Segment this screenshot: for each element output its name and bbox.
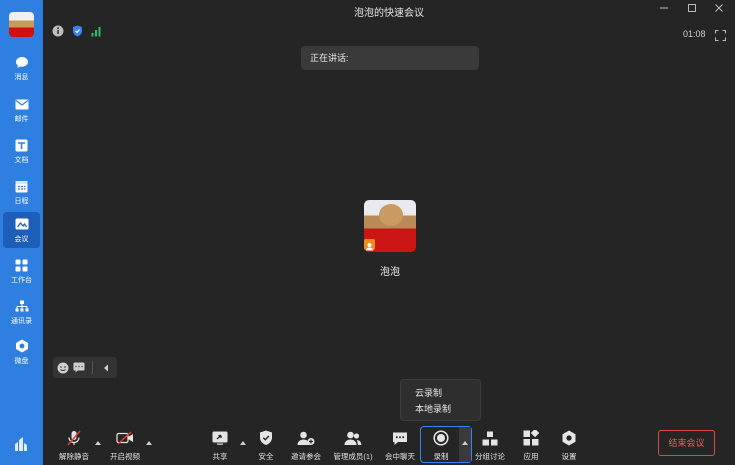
sidebar-item-label: 日程 — [14, 198, 29, 205]
share-button[interactable]: 共享 — [206, 428, 234, 462]
document-icon — [14, 138, 30, 152]
sidebar-item-contacts[interactable]: 通讯录 — [3, 294, 40, 330]
shield-icon — [257, 430, 275, 446]
mail-icon — [14, 97, 30, 111]
sidebar-item-drive[interactable]: 微盘 — [3, 334, 40, 370]
maximize-button[interactable] — [685, 3, 699, 17]
unmute-label: 解除静音 — [59, 452, 89, 461]
settings-label: 设置 — [561, 452, 577, 461]
camera-off-icon — [116, 430, 134, 446]
sidebar-item-label: 文档 — [14, 157, 29, 164]
sidebar-item-label: 工作台 — [11, 277, 32, 284]
settings-icon — [560, 430, 578, 446]
reaction-bar — [53, 357, 117, 378]
share-screen-icon — [211, 430, 229, 446]
audio-options-caret-icon[interactable] — [95, 441, 101, 445]
record-dropdown-menu: 云录制 本地录制 — [400, 379, 481, 421]
sidebar-item-mail[interactable]: 邮件 — [3, 92, 40, 128]
security-label: 安全 — [258, 452, 274, 461]
info-icon[interactable] — [52, 24, 64, 42]
settings-button[interactable]: 设置 — [556, 428, 582, 462]
breakout-label: 分组讨论 — [475, 452, 505, 461]
calendar-icon — [14, 179, 30, 193]
meeting-status-icons — [52, 24, 102, 42]
security-button[interactable]: 安全 — [253, 428, 279, 462]
share-options-caret-icon[interactable] — [240, 441, 246, 445]
speaking-indicator: 正在讲话: — [301, 46, 479, 70]
manage-members-label: 管理成员(1) — [333, 452, 373, 461]
chat-icon — [391, 430, 409, 446]
drive-icon — [14, 339, 30, 353]
invite-button[interactable]: 邀请参会 — [288, 428, 324, 462]
signal-strength-icon — [91, 24, 102, 42]
sidebar-item-calendar[interactable]: 日程 — [3, 174, 40, 210]
mic-muted-icon — [65, 430, 83, 446]
teddy-bear-picture — [379, 204, 403, 226]
manage-members-button[interactable]: 管理成员(1) — [330, 428, 376, 462]
sidebar-item-docs[interactable]: 文档 — [3, 133, 40, 169]
apps-button[interactable]: 应用 — [518, 428, 544, 462]
apps-icon — [522, 430, 540, 446]
host-badge-icon — [364, 239, 375, 251]
meeting-icon — [14, 217, 30, 231]
share-label: 共享 — [212, 452, 228, 461]
local-record-option[interactable]: 本地录制 — [401, 401, 480, 417]
breakout-button[interactable]: 分组讨论 — [472, 428, 508, 462]
video-options-caret-icon[interactable] — [146, 441, 152, 445]
apps-label: 应用 — [523, 452, 539, 461]
sidebar-item-workbench[interactable]: 工作台 — [3, 253, 40, 289]
end-meeting-button[interactable]: 结束会议 — [658, 430, 715, 456]
window-title: 泡泡的快速会议 — [354, 8, 424, 19]
unmute-button[interactable]: 解除静音 — [55, 428, 93, 462]
members-icon — [344, 430, 362, 446]
chat-button[interactable]: 会中聊天 — [382, 428, 418, 462]
sidebar-item-label: 会议 — [14, 236, 29, 243]
sidebar-item-label: 邮件 — [14, 116, 29, 123]
record-button[interactable]: 录制 — [424, 428, 458, 462]
participant-name: 泡泡 — [380, 267, 400, 278]
cloud-record-option[interactable]: 云录制 — [401, 385, 480, 401]
shield-icon[interactable] — [72, 24, 83, 42]
invite-label: 邀请参会 — [291, 452, 321, 461]
chat-bubble-icon — [14, 55, 30, 69]
divider — [92, 361, 93, 374]
workbench-icon — [14, 258, 30, 272]
sidebar-item-label: 通讯录 — [11, 318, 32, 325]
record-label: 录制 — [433, 452, 449, 461]
danmaku-icon[interactable] — [73, 362, 85, 374]
minimize-button[interactable] — [657, 3, 671, 17]
sidebar-item-messages[interactable]: 消息 — [3, 50, 40, 86]
contacts-icon — [14, 299, 30, 313]
collapse-left-icon[interactable] — [100, 362, 112, 374]
title-bar: 泡泡的快速会议 — [43, 0, 735, 20]
emoji-icon[interactable] — [57, 362, 69, 374]
sidebar: 消息 邮件 文档 日程 会议 工作台 通讯录 微盘 — [0, 0, 43, 465]
record-icon — [432, 430, 450, 446]
sidebar-item-label: 微盘 — [14, 358, 29, 365]
meeting-timer: 01:08 — [683, 29, 706, 39]
start-video-label: 开启视频 — [110, 452, 140, 461]
fullscreen-icon[interactable] — [715, 28, 726, 41]
sidebar-item-label: 消息 — [14, 74, 29, 81]
invite-user-icon — [297, 430, 315, 446]
sidebar-item-meeting[interactable]: 会议 — [3, 212, 40, 248]
close-button[interactable] — [712, 3, 726, 17]
user-avatar[interactable] — [9, 12, 34, 37]
app-logo-icon[interactable] — [13, 436, 29, 452]
record-options-caret-icon[interactable] — [462, 441, 468, 445]
breakout-rooms-icon — [481, 430, 499, 446]
chat-label: 会中聊天 — [385, 452, 415, 461]
start-video-button[interactable]: 开启视频 — [106, 428, 144, 462]
